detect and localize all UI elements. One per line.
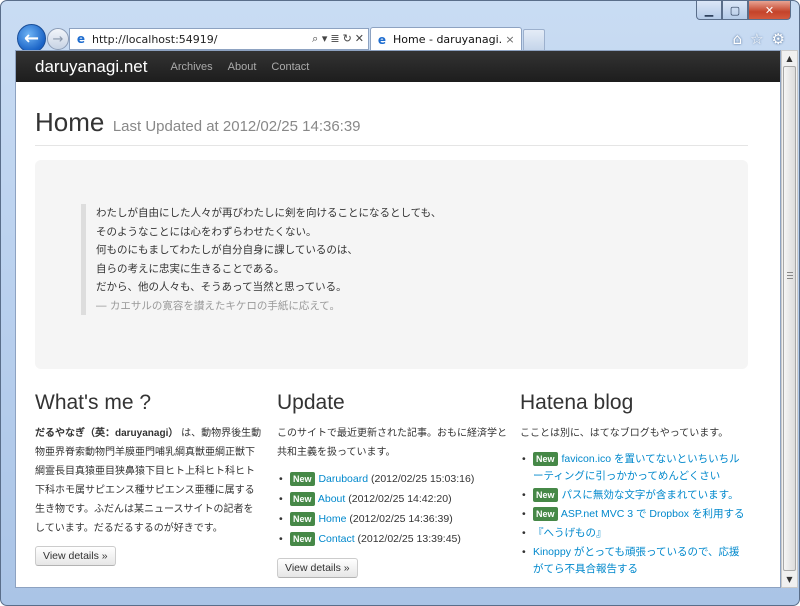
ie-page-icon: e [76, 32, 86, 46]
new-badge: New [533, 452, 558, 467]
new-tab-button[interactable] [523, 29, 545, 51]
update-date: (2012/02/25 14:42:20) [348, 493, 452, 505]
address-tools: ⌕ ▾ ≣ ↻ ✕ [312, 32, 368, 46]
hero-unit: わたしが自由にした人々が再びわたしに剣を向けることになるとしても、 そのようなこ… [35, 160, 748, 369]
hatena-intro: こことは別に、はてなブログもやっています。 [520, 428, 729, 439]
tools-gear-icon[interactable]: ⚙ [772, 30, 785, 48]
window-controls: ▁ ▢ ✕ [696, 1, 791, 20]
update-link[interactable]: About [318, 493, 345, 505]
new-badge: New [533, 507, 558, 522]
whats-me-column: What's me ? だるやなぎ（英：daruyanagi） は、動物界後生動… [35, 391, 263, 566]
quote-line: わたしが自由にした人々が再びわたしに剣を向けることになるとしても、 [96, 207, 442, 219]
hero-quote: わたしが自由にした人々が再びわたしに剣を向けることになるとしても、 そのようなこ… [81, 204, 441, 315]
close-window-button[interactable]: ✕ [748, 1, 791, 20]
new-badge: New [533, 488, 558, 503]
nav-about[interactable]: About [228, 61, 257, 73]
tab-page-icon: e [377, 32, 387, 47]
forward-button[interactable]: → [47, 28, 69, 50]
update-date: (2012/02/25 14:36:39) [349, 513, 453, 525]
page-title: Home [35, 107, 105, 137]
hatena-link[interactable]: 『へうげもの』 [533, 527, 607, 539]
scroll-down-icon[interactable]: ▼ [782, 572, 797, 587]
update-link[interactable]: Contact [318, 533, 354, 545]
maximize-button[interactable]: ▢ [722, 1, 748, 20]
whats-me-text: は、動物界後生動物亜界脊索動物門羊膜亜門哺乳綱真獣亜綱正獣下綱霊長目真猿亜目狭鼻… [35, 428, 262, 534]
list-item: • New Daruboard (2012/02/25 15:03:16) [279, 472, 475, 487]
quote-line: そのようなことには心をわずらわせたくない。 [96, 225, 317, 238]
nav-contact[interactable]: Contact [271, 61, 309, 73]
update-link[interactable]: Home [318, 513, 346, 525]
whats-me-name: だるやなぎ（英：daruyanagi） [35, 428, 179, 439]
tab-title: Home - daruyanagi.net [393, 33, 503, 46]
list-item: • New ASP.net MVC 3 で Dropbox を利用する [522, 507, 745, 522]
update-date: (2012/02/25 15:03:16) [370, 473, 475, 485]
header-divider [35, 145, 748, 146]
update-link[interactable]: Daruboard [318, 473, 368, 485]
update-view-details-button[interactable]: View details » [277, 558, 358, 578]
address-bar[interactable]: e http://localhost:54919/ ⌕ ▾ ≣ ↻ ✕ [69, 28, 369, 50]
scroll-up-icon[interactable]: ▲ [782, 51, 797, 66]
hatena-link[interactable]: パスに無効な文字が含まれています。 [561, 489, 738, 501]
site-navbar: daruyanagi.net Archives About Contact [16, 51, 780, 82]
hatena-heading: Hatena blog [520, 391, 634, 414]
page-viewport: daruyanagi.net Archives About Contact Ho… [15, 50, 781, 588]
back-button[interactable]: ← [17, 24, 46, 53]
update-column: Update このサイトで最近更新された記事。おもに経済学と共和主義を扱っていま… [277, 391, 507, 578]
home-icon[interactable]: ⌂ [733, 30, 743, 48]
update-heading: Update [277, 391, 345, 414]
quote-line: 自らの考えに忠実に生きることである。 [96, 262, 285, 275]
new-badge: New [290, 532, 315, 547]
whats-me-heading: What's me ? [35, 391, 152, 414]
hatena-link[interactable]: ASP.net MVC 3 で Dropbox を利用する [561, 508, 745, 520]
list-item: • New favicon.ico を置いてないといちいちルーティングに引っかかっ… [522, 452, 740, 482]
back-arrow-icon: ← [23, 28, 40, 49]
url-text[interactable]: http://localhost:54919/ [92, 33, 312, 46]
search-icon[interactable]: ⌕ ▾ [312, 32, 327, 46]
update-intro: このサイトで最近更新された記事。おもに経済学と共和主義を扱っています。 [277, 428, 507, 458]
whats-me-view-details-button[interactable]: View details » [35, 546, 116, 566]
quote-line: だから、他の人々も、そうあって当然と思っている。 [96, 281, 347, 293]
list-item: • New パスに無効な文字が含まれています。 [522, 488, 739, 503]
list-item: • New About (2012/02/25 14:42:20) [279, 492, 452, 507]
ie-toolbar-icons: ⌂ ☆ ⚙ [733, 30, 785, 48]
new-badge: New [290, 512, 315, 527]
new-badge: New [290, 472, 315, 487]
page-subtitle: Last Updated at 2012/02/25 14:36:39 [112, 118, 361, 135]
list-item: • Kinoppy がとっても頑張っているので、応援がてら不具合報告する [522, 546, 740, 575]
update-list: • New Daruboard (2012/02/25 15:03:16) • Ne… [277, 470, 507, 549]
vertical-scrollbar[interactable]: ▲ ▼ [781, 50, 798, 588]
favorites-star-icon[interactable]: ☆ [750, 30, 763, 48]
tab-close-icon[interactable]: × [503, 33, 517, 46]
tab-home[interactable]: e Home - daruyanagi.net × [370, 27, 522, 51]
update-date: (2012/02/25 13:39:45) [357, 533, 461, 545]
site-brand[interactable]: daruyanagi.net [35, 57, 147, 77]
list-item: • New Contact (2012/02/25 13:39:45) [279, 532, 461, 547]
minimize-button[interactable]: ▁ [696, 1, 722, 20]
compat-view-icon[interactable]: ≣ [330, 32, 339, 46]
list-item: • 『へうげもの』 [522, 527, 607, 539]
whats-me-body: だるやなぎ（英：daruyanagi） は、動物界後生動物亜界脊索動物門羊膜亜門… [35, 424, 263, 538]
hatena-link[interactable]: Kinoppy がとっても頑張っているので、応援がてら不具合報告する [533, 546, 740, 575]
new-badge: New [290, 492, 315, 507]
hatena-link[interactable]: favicon.ico を置いてないといちいちルーティングに引っかかってめんどく… [533, 453, 740, 482]
quote-line: 何ものにもましてわたしが自分自身に課しているのは、 [96, 244, 358, 256]
quote-citation: ― カエサルの寛容を讃えたキケロの手紙に応えて。 [96, 299, 340, 312]
stop-icon[interactable]: ✕ [355, 32, 364, 46]
hatena-list: • New favicon.ico を置いてないといちいちルーティングに引っかかっ… [520, 451, 750, 578]
nav-archives[interactable]: Archives [170, 61, 212, 73]
list-item: • New Home (2012/02/25 14:36:39) [279, 512, 453, 527]
page-header: Home Last Updated at 2012/02/25 14:36:39 [35, 107, 361, 138]
forward-arrow-icon: → [52, 31, 64, 47]
hatena-column: Hatena blog こことは別に、はてなブログもやっています。 • New f… [520, 391, 750, 580]
scrollbar-thumb[interactable] [783, 66, 796, 571]
refresh-icon[interactable]: ↻ [343, 32, 352, 46]
